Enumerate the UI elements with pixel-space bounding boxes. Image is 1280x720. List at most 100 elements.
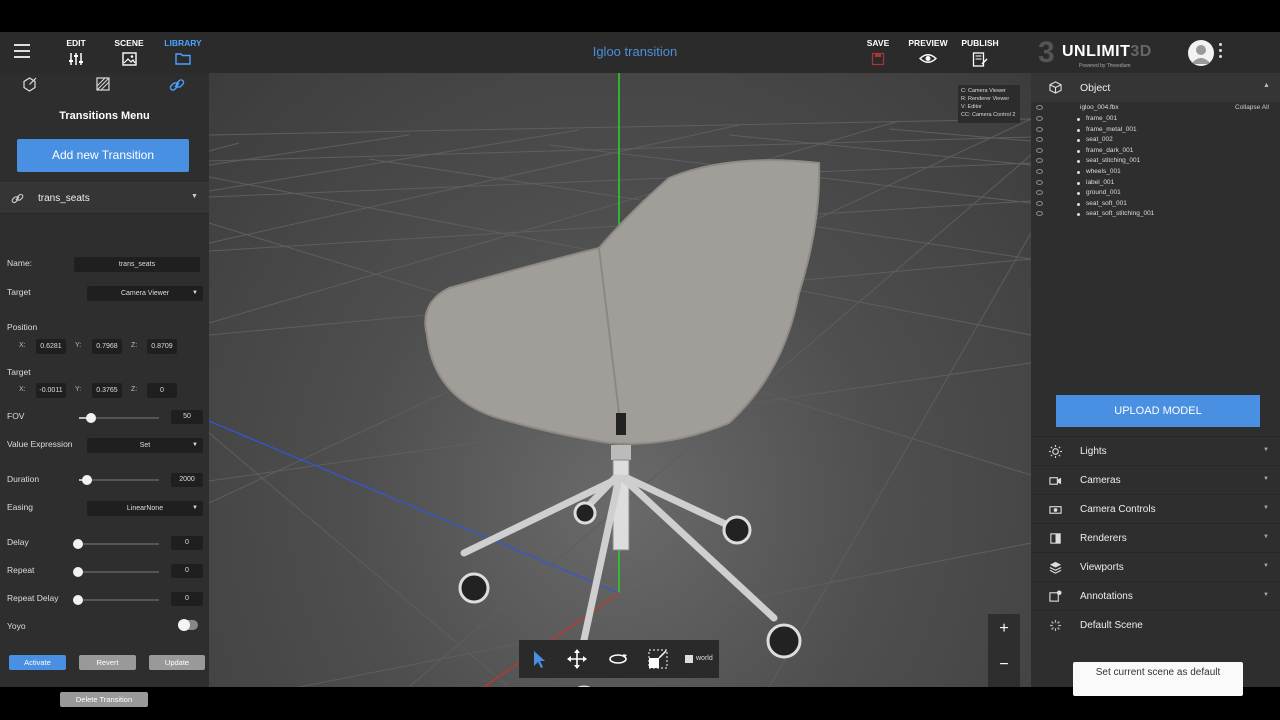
target-select[interactable]: Camera Viewer ▼ <box>87 286 203 301</box>
eye-icon[interactable] <box>1036 137 1043 143</box>
save-button[interactable]: SAVE <box>862 38 894 66</box>
object-section-header[interactable]: Object ▲ <box>1031 73 1280 102</box>
delay-value[interactable]: 0 <box>171 536 203 550</box>
transition-item[interactable]: trans_seats ▼ <box>0 182 209 214</box>
position-z-label: Z: <box>131 342 138 349</box>
tree-item-label: seat_002 <box>1086 136 1113 144</box>
eye-icon[interactable] <box>1036 190 1043 196</box>
tree-item[interactable]: frame_001 <box>1031 115 1231 126</box>
scene-button[interactable]: SCENE <box>113 38 145 66</box>
link-icon[interactable] <box>169 77 185 93</box>
repeat-delay-slider-handle[interactable] <box>73 595 83 605</box>
avatar[interactable] <box>1188 40 1214 66</box>
position-y-input[interactable]: 0.7968 <box>92 339 122 354</box>
chevron-down-icon[interactable]: ▼ <box>191 193 198 200</box>
target-z-input[interactable]: 0 <box>147 383 177 398</box>
annotations-section[interactable]: Annotations ▼ <box>1031 581 1280 610</box>
chair-model[interactable] <box>424 159 821 687</box>
collapse-all-button[interactable]: Collapse All <box>1235 104 1269 111</box>
set-default-scene-button[interactable]: Set current scene as default <box>1073 662 1243 696</box>
tree-item-label: wheels_001 <box>1086 168 1121 175</box>
target-x-input[interactable]: -0.0011 <box>36 383 66 398</box>
viewports-section[interactable]: Viewports ▼ <box>1031 552 1280 581</box>
upload-model-button[interactable]: UPLOAD MODEL <box>1056 395 1260 427</box>
repeat-delay-value[interactable]: 0 <box>171 592 203 606</box>
name-input[interactable]: trans_seats <box>74 257 200 272</box>
position-z-input[interactable]: 0.8709 <box>147 339 177 354</box>
tree-item[interactable]: frame_metal_001 <box>1031 126 1231 137</box>
delay-slider-handle[interactable] <box>73 539 83 549</box>
fov-slider-handle[interactable] <box>86 413 96 423</box>
value-expression-select[interactable]: Set ▼ <box>87 438 203 453</box>
annotation-icon <box>1049 590 1062 602</box>
camera-controls-section[interactable]: Camera Controls ▼ <box>1031 494 1280 523</box>
tree-item[interactable]: seat_002 <box>1031 136 1231 147</box>
duration-slider-handle[interactable] <box>82 475 92 485</box>
eye-icon[interactable] <box>1036 169 1043 174</box>
eye-icon[interactable] <box>1036 116 1043 121</box>
eye-icon[interactable] <box>1036 147 1043 153</box>
select-cursor-icon[interactable] <box>529 649 549 669</box>
3d-viewport[interactable]: C: Camera Viewer R: Renderer Viewer V: E… <box>209 73 1031 687</box>
delete-transition-button[interactable]: Delete Transition <box>60 692 148 707</box>
texture-icon[interactable] <box>96 77 110 91</box>
add-new-transition-button[interactable]: Add new Transition <box>17 139 189 172</box>
hotkey-line: C: Camera Viewer <box>961 88 1006 94</box>
revert-button[interactable]: Revert <box>79 655 136 670</box>
eye-icon[interactable] <box>1036 105 1043 110</box>
easing-select[interactable]: LinearNone ▼ <box>87 501 203 516</box>
tree-item[interactable]: ground_001 <box>1031 189 1231 200</box>
library-button[interactable]: LIBRARY <box>164 38 202 65</box>
repeat-slider-handle[interactable] <box>73 567 83 577</box>
tree-item[interactable]: seat_soft_stitching_001 <box>1031 210 1231 221</box>
eye-icon[interactable] <box>1036 158 1043 164</box>
tree-item-label: frame_dark_001 <box>1086 146 1134 154</box>
duration-slider[interactable] <box>79 475 159 485</box>
update-button[interactable]: Update <box>149 655 205 670</box>
move-object-icon[interactable] <box>22 77 37 92</box>
edit-button[interactable]: EDIT <box>62 38 90 66</box>
more-options-icon[interactable] <box>1219 43 1223 61</box>
repeat-slider[interactable] <box>73 567 159 577</box>
renderers-label: Renderers <box>1080 533 1127 544</box>
eye-icon[interactable] <box>1036 200 1043 206</box>
zoom-in-button[interactable]: + <box>988 620 1020 638</box>
chevron-down-icon: ▼ <box>1263 447 1269 453</box>
chevron-up-icon[interactable]: ▲ <box>1263 82 1270 89</box>
delay-label: Delay <box>7 537 29 547</box>
camera-controls-label: Camera Controls <box>1080 504 1156 515</box>
tree-root[interactable]: igloo_004.fbx <box>1031 104 1231 115</box>
move-arrows-icon[interactable] <box>567 649 587 669</box>
eye-icon[interactable] <box>1036 126 1043 132</box>
world-checkbox[interactable] <box>685 655 693 663</box>
zoom-out-button[interactable]: − <box>988 656 1020 674</box>
target-y-input[interactable]: 0.3765 <box>92 383 122 398</box>
rotate-icon[interactable] <box>608 649 628 669</box>
eye-icon[interactable] <box>1036 211 1043 217</box>
tree-item[interactable]: label_001 <box>1031 179 1231 190</box>
lights-section[interactable]: Lights ▼ <box>1031 436 1280 465</box>
fov-slider[interactable] <box>79 413 159 423</box>
tree-item[interactable]: seat_stitching_001 <box>1031 157 1231 168</box>
activate-button[interactable]: Activate <box>9 655 66 670</box>
fov-value[interactable]: 50 <box>171 410 203 424</box>
delay-slider[interactable] <box>73 539 159 549</box>
tree-item[interactable]: wheels_001 <box>1031 168 1231 179</box>
menu-icon[interactable] <box>14 44 30 58</box>
tree-item[interactable]: frame_dark_001 <box>1031 147 1231 158</box>
tree-item[interactable]: seat_soft_001 <box>1031 200 1231 211</box>
cameras-section[interactable]: Cameras ▼ <box>1031 465 1280 494</box>
eye-icon[interactable] <box>1036 179 1043 185</box>
repeat-value[interactable]: 0 <box>171 564 203 578</box>
position-x-input[interactable]: 0.6281 <box>36 339 66 354</box>
default-scene-section[interactable]: Default Scene <box>1031 610 1280 639</box>
renderers-section[interactable]: Renderers ▼ <box>1031 523 1280 552</box>
yoyo-toggle[interactable] <box>178 619 198 631</box>
scene-title[interactable]: Igloo transition <box>560 44 710 59</box>
repeat-delay-slider[interactable] <box>73 595 159 605</box>
scale-icon[interactable] <box>648 649 668 669</box>
duration-value[interactable]: 2000 <box>171 473 203 487</box>
publish-button[interactable]: PUBLISH <box>958 38 1002 67</box>
sun-icon <box>1049 445 1062 458</box>
preview-button[interactable]: PREVIEW <box>906 38 950 65</box>
